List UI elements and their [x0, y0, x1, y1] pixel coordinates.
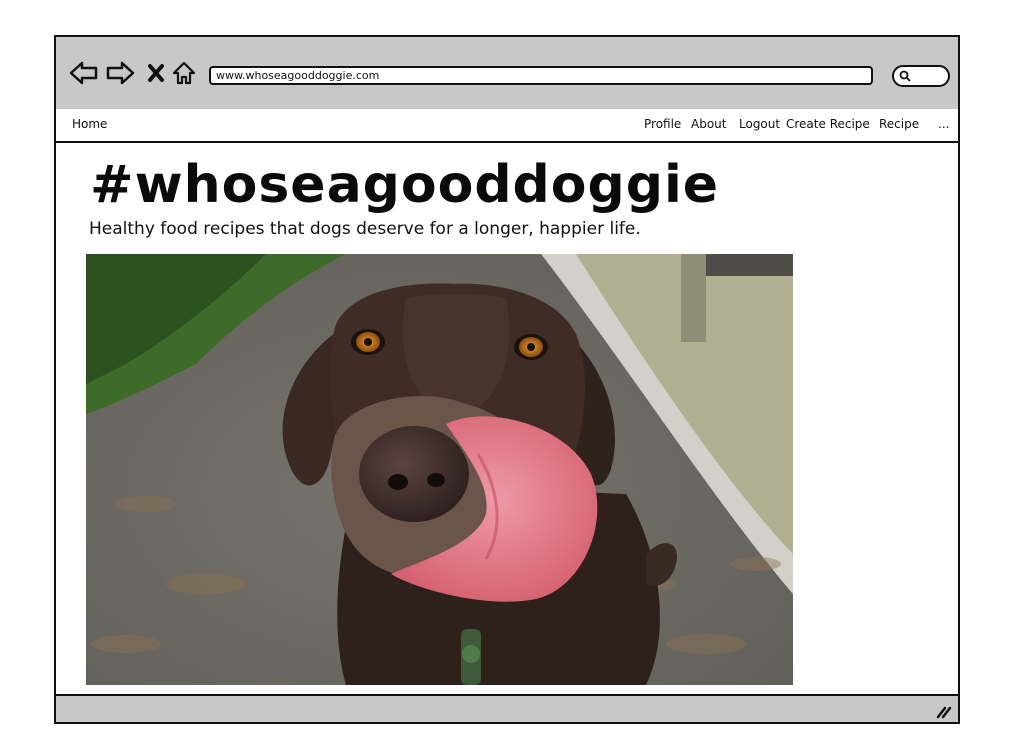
- nav-recipe[interactable]: Recipe: [879, 117, 919, 131]
- nav-logout[interactable]: Logout: [739, 117, 780, 131]
- browser-toolbar: www.whoseagooddoggie.com: [56, 37, 958, 111]
- resize-grip-icon[interactable]: [934, 703, 952, 719]
- nav-more[interactable]: ...: [938, 117, 949, 131]
- dog-photo-icon: [86, 254, 793, 685]
- hero-image: [86, 254, 793, 685]
- nav-about[interactable]: About: [691, 117, 726, 131]
- page-content: #whoseagooddoggie Healthy food recipes t…: [56, 143, 958, 696]
- search-icon: [899, 70, 911, 82]
- nav-create-recipe[interactable]: Create Recipe: [786, 117, 870, 131]
- nav-home[interactable]: Home: [72, 117, 107, 131]
- site-title: #whoseagooddoggie: [90, 155, 720, 215]
- browser-window: www.whoseagooddoggie.com Home Profile Ab…: [54, 35, 960, 724]
- site-navigation: Home Profile About Logout Create Recipe …: [56, 109, 958, 143]
- site-subtitle: Healthy food recipes that dogs deserve f…: [89, 219, 641, 239]
- nav-profile[interactable]: Profile: [644, 117, 681, 131]
- home-icon[interactable]: [168, 57, 200, 89]
- back-icon[interactable]: [68, 57, 100, 89]
- search-button[interactable]: [892, 65, 950, 87]
- browser-status-bar: [56, 694, 958, 722]
- forward-icon[interactable]: [104, 57, 136, 89]
- address-bar[interactable]: www.whoseagooddoggie.com: [209, 66, 873, 85]
